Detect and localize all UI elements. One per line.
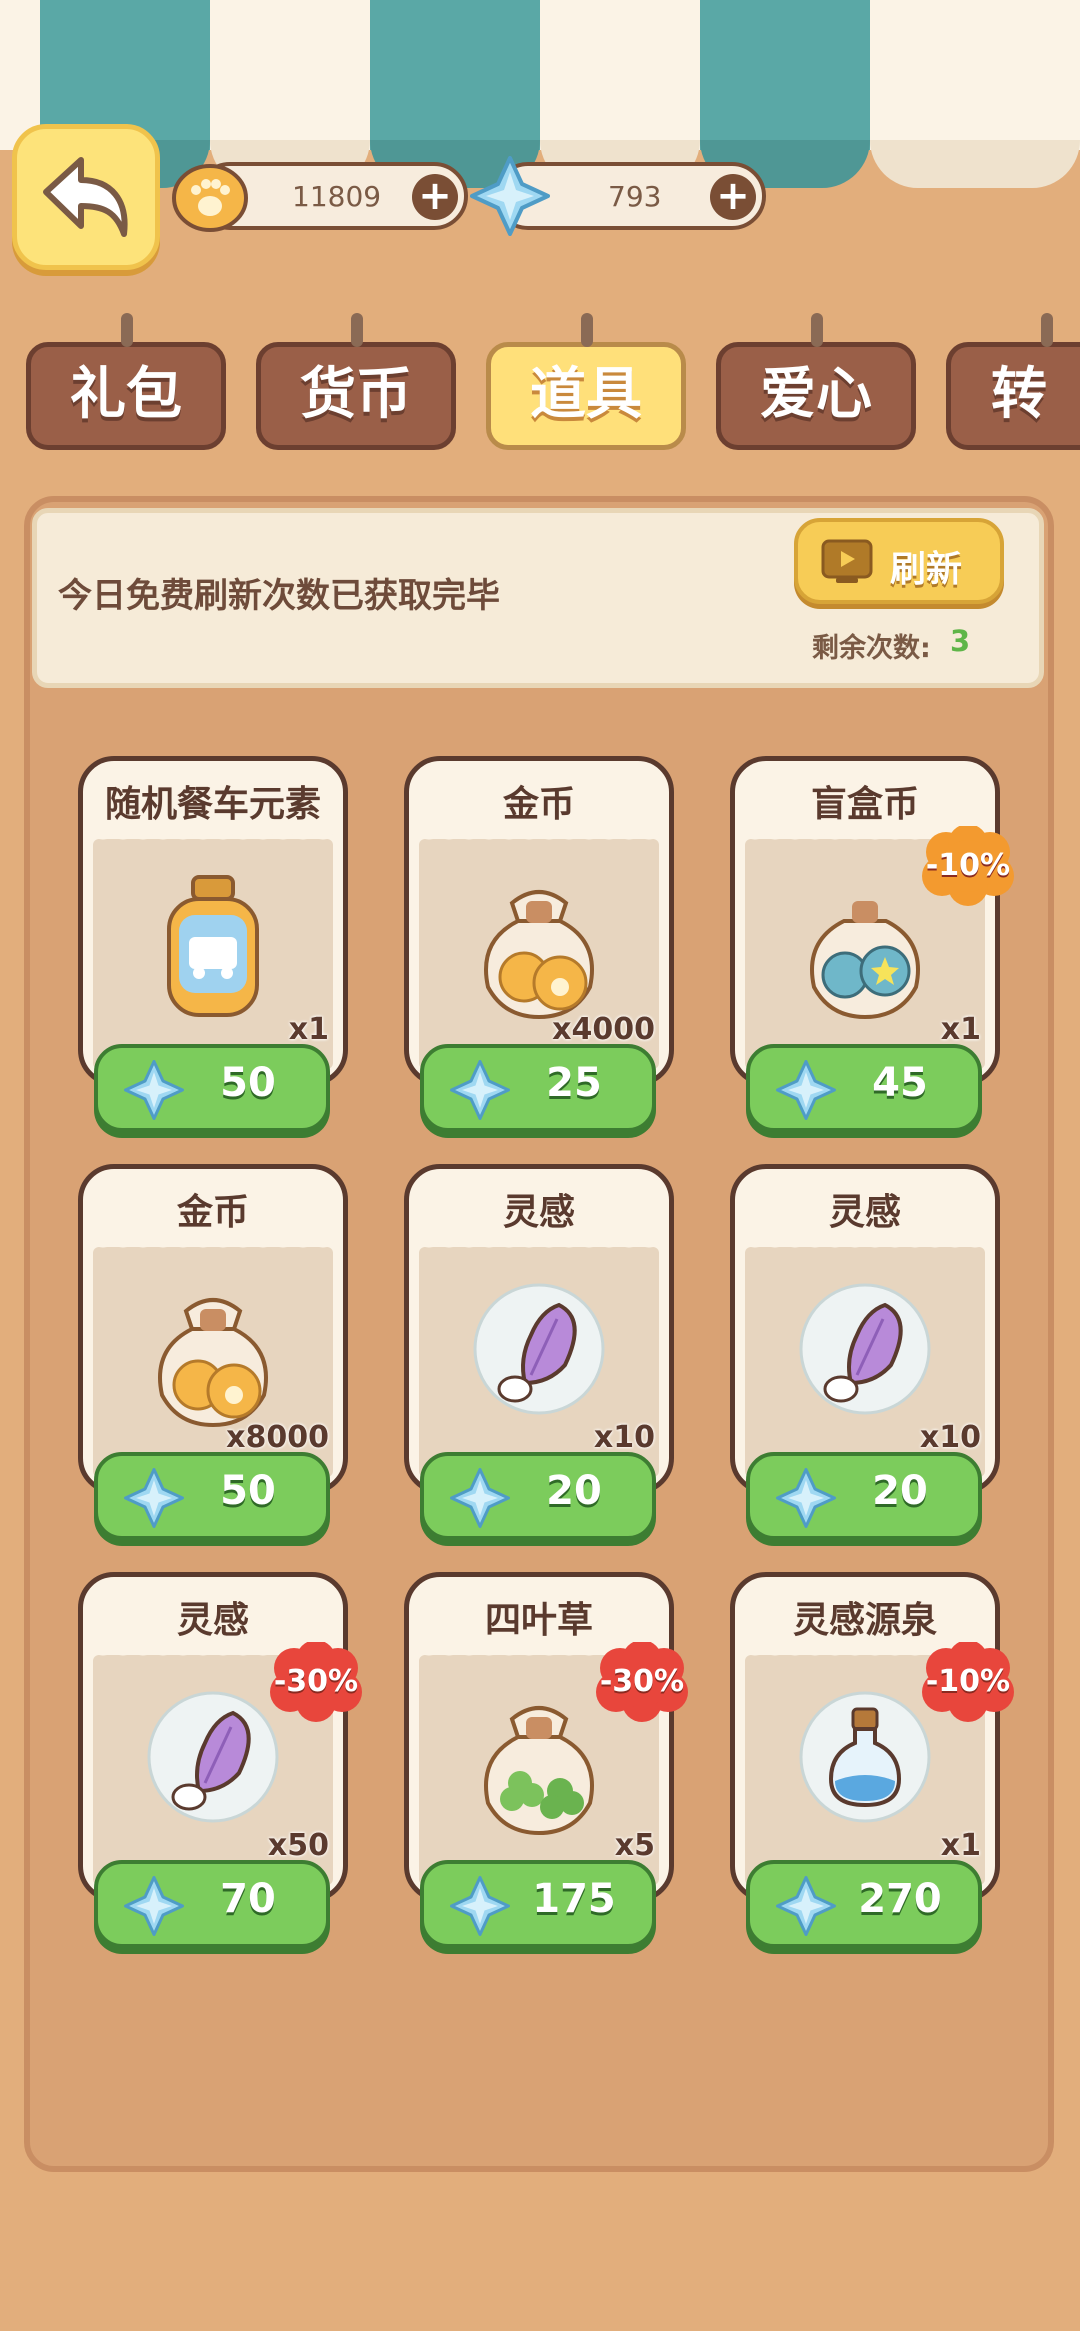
item-quantity: x1 (940, 1828, 981, 1863)
card-scallop-edge (419, 1237, 659, 1257)
item-price: 45 (872, 1060, 928, 1106)
item-name: 金币 (176, 1192, 249, 1233)
buy-button[interactable]: 45 (746, 1044, 982, 1132)
tab-label: 礼包 (70, 362, 182, 427)
shop-item-card[interactable]: 金币 x4000 (404, 756, 674, 1086)
discount-badge: -10% (922, 1642, 1014, 1722)
discount-label: -10% (925, 848, 1011, 883)
video-ad-icon (821, 539, 873, 583)
item-name: 盲盒币 (810, 784, 919, 825)
remaining-label: 剩余次数: (812, 633, 931, 664)
tab-label: 货币 (300, 362, 412, 427)
paw-coin-icon (172, 164, 248, 232)
item-quantity: x50 (267, 1828, 329, 1863)
item-price: 20 (546, 1468, 602, 1514)
item-quantity: x8000 (226, 1420, 329, 1455)
buy-button[interactable]: 50 (94, 1044, 330, 1132)
item-name: 灵感 (502, 1192, 575, 1233)
tab-hearts[interactable]: 爱心 (716, 313, 916, 450)
discount-label: -30% (273, 1664, 359, 1699)
item-name: 灵感 (828, 1192, 901, 1233)
item-price: 70 (220, 1876, 276, 1922)
discount-label: -10% (925, 1664, 1011, 1699)
gem-icon (776, 1060, 836, 1124)
buy-button[interactable]: 25 (420, 1044, 656, 1132)
tab-label: 转 (991, 362, 1047, 427)
tab-label: 道具 (530, 362, 642, 427)
buy-button[interactable]: 50 (94, 1452, 330, 1540)
discount-badge: -30% (596, 1642, 688, 1722)
refresh-status-text: 今日免费刷新次数已获取完毕 (58, 576, 500, 616)
shop-item-card[interactable]: 随机餐车元素 x1 (78, 756, 348, 1086)
gem-icon (124, 1876, 184, 1940)
shop-item-card[interactable]: 灵感源泉 x1 (730, 1572, 1000, 1902)
buy-button[interactable]: 70 (94, 1860, 330, 1948)
item-name: 随机餐车元素 (104, 784, 321, 825)
back-arrow-icon (43, 157, 128, 237)
back-button[interactable] (12, 124, 160, 270)
shop-item-card[interactable]: 金币 x8000 (78, 1164, 348, 1494)
item-quantity: x1 (940, 1012, 981, 1047)
gem-icon (450, 1060, 510, 1124)
gem-balance: 793 (608, 180, 662, 213)
shop-item-card[interactable]: 四叶草 x5 (404, 1572, 674, 1902)
gem-icon (124, 1060, 184, 1124)
item-quantity: x1 (288, 1012, 329, 1047)
coin-bag-icon (83, 1279, 343, 1429)
gem-icon (776, 1468, 836, 1532)
discount-badge: -30% (270, 1642, 362, 1722)
item-quantity: x10 (593, 1420, 655, 1455)
buy-button[interactable]: 20 (420, 1452, 656, 1540)
item-name: 灵感 (176, 1600, 249, 1641)
shop-item-card[interactable]: 灵感 x10 (730, 1164, 1000, 1494)
card-scallop-edge (745, 1237, 985, 1257)
item-price: 50 (220, 1060, 276, 1106)
item-quantity: x4000 (552, 1012, 655, 1047)
discount-badge: -10% (922, 826, 1014, 906)
tab-transfer[interactable]: 转 (946, 313, 1080, 450)
item-price: 25 (546, 1060, 602, 1106)
item-quantity: x10 (919, 1420, 981, 1455)
item-price: 175 (532, 1876, 616, 1922)
item-name: 灵感源泉 (792, 1600, 937, 1641)
item-quantity: x5 (614, 1828, 655, 1863)
coin-bag-icon (409, 871, 669, 1021)
discount-label: -30% (599, 1664, 685, 1699)
tab-gift-packs[interactable]: 礼包 (26, 313, 226, 450)
refresh-label: 刷新 (890, 549, 963, 590)
gem-icon (450, 1468, 510, 1532)
tab-label: 爱心 (760, 362, 872, 427)
item-name: 四叶草 (484, 1600, 593, 1641)
item-name: 金币 (502, 784, 575, 825)
inspiration-feather-icon (409, 1279, 669, 1419)
coin-balance: 11809 (292, 180, 382, 213)
shop-item-card[interactable]: 盲盒币 x1 (730, 756, 1000, 1086)
item-price: 270 (858, 1876, 942, 1922)
item-price: 50 (220, 1468, 276, 1514)
shop-item-card[interactable]: 灵感 x50 (78, 1572, 348, 1902)
gem-icon (776, 1876, 836, 1940)
buy-button[interactable]: 175 (420, 1860, 656, 1948)
card-scallop-edge (93, 1237, 333, 1257)
card-scallop-edge (93, 829, 333, 849)
add-coins-button[interactable]: + (412, 174, 458, 220)
inspiration-feather-icon (735, 1279, 995, 1419)
card-scallop-edge (419, 829, 659, 849)
gem-icon (450, 1876, 510, 1940)
tab-items[interactable]: 道具 (486, 313, 686, 450)
food-truck-jar-icon (83, 871, 343, 1021)
buy-button[interactable]: 270 (746, 1860, 982, 1948)
gem-icon (470, 156, 550, 236)
shop-item-card[interactable]: 灵感 x10 (404, 1164, 674, 1494)
gem-icon (124, 1468, 184, 1532)
item-price: 20 (872, 1468, 928, 1514)
buy-button[interactable]: 20 (746, 1452, 982, 1540)
tab-currency[interactable]: 货币 (256, 313, 456, 450)
add-gems-button[interactable]: + (710, 174, 756, 220)
refresh-button[interactable]: 刷新 (794, 518, 1004, 604)
remaining-count: 3 (950, 624, 971, 658)
